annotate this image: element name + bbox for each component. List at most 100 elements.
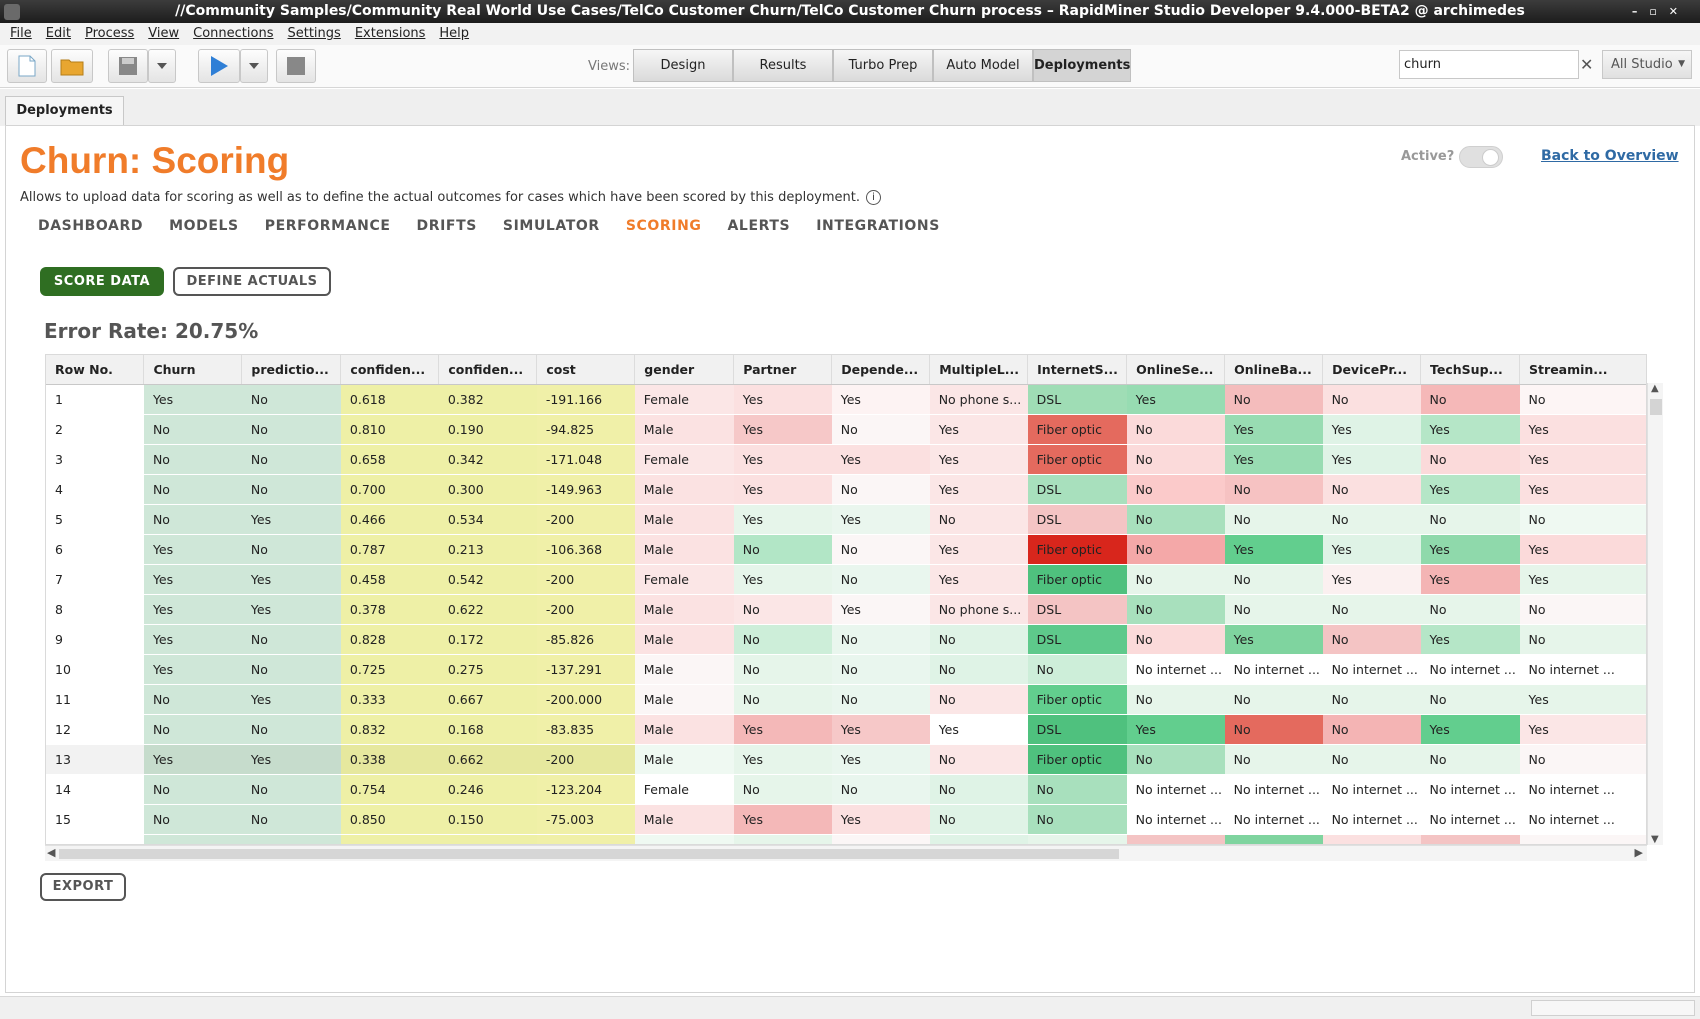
table-row[interactable]: 5 No Yes 0.466 0.534 -200 Male Yes Yes No DSL No No N… (46, 504, 1646, 535)
table-cell[interactable]: No (1420, 384, 1520, 415)
horizontal-scrollbar[interactable]: ◀ ▶ (45, 845, 1647, 861)
table-cell[interactable]: Yes (1224, 444, 1323, 475)
table-cell[interactable]: 8 (46, 594, 144, 625)
table-cell[interactable]: No (733, 774, 832, 805)
table-cell[interactable]: DSL (1027, 594, 1127, 625)
table-cell[interactable]: Yes (1420, 474, 1520, 505)
table-cell[interactable]: Yes (831, 504, 930, 535)
table-cell[interactable]: 0.725 (340, 654, 439, 685)
table-cell[interactable]: No (1126, 414, 1225, 445)
back-to-overview-link[interactable]: Back to Overview (1541, 148, 1679, 164)
table-cell[interactable]: 0.168 (438, 714, 537, 745)
table-cell[interactable]: No (1126, 504, 1225, 535)
table-row[interactable]: 8 Yes Yes 0.378 0.622 -200 Male No Yes No phone s… (46, 594, 1646, 625)
table-cell[interactable]: No (1420, 444, 1520, 475)
table-cell[interactable]: -83.835 (536, 714, 635, 745)
table-cell[interactable]: Yes (1126, 384, 1225, 415)
table-cell[interactable]: No internet ... (1519, 804, 1646, 835)
search-input[interactable]: churn (1399, 50, 1579, 79)
table-cell[interactable]: Yes (831, 804, 930, 835)
table-cell[interactable]: No (1224, 564, 1323, 595)
table-cell[interactable]: Yes (1420, 714, 1520, 745)
table-cell[interactable]: No (1027, 774, 1127, 805)
table-cell[interactable]: No (1322, 834, 1421, 844)
table-cell[interactable]: -200.000 (536, 684, 635, 715)
table-cell[interactable]: No phone s... (929, 594, 1028, 625)
table-cell[interactable]: Yes (1322, 534, 1421, 565)
table-cell[interactable]: -137.291 (536, 654, 635, 685)
tab-models[interactable]: MODELS (169, 218, 239, 234)
table-cell[interactable]: 6 (46, 534, 144, 565)
table-cell[interactable]: No (1126, 534, 1225, 565)
table-cell[interactable]: Yes (1224, 834, 1323, 844)
table-cell[interactable]: DSL (1027, 834, 1127, 844)
menu-connections[interactable]: Connections (193, 26, 273, 41)
table-cell[interactable]: Yes (241, 594, 341, 625)
table-cell[interactable]: Yes (241, 564, 341, 595)
table-cell[interactable]: 0.333 (340, 684, 439, 715)
table-row[interactable]: 1 Yes No 0.618 0.382 -191.166 Female Yes Yes No p… (46, 384, 1646, 415)
table-cell[interactable]: -200 (536, 564, 635, 595)
table-row[interactable]: 12 No No 0.832 0.168 -83.835 Male Yes Yes Yes DSL Y… (46, 714, 1646, 745)
save-dropdown-button[interactable] (148, 49, 176, 83)
table-cell[interactable]: 0.458 (340, 564, 439, 595)
table-cell[interactable]: Yes (143, 654, 242, 685)
table-cell[interactable]: No (1224, 384, 1323, 415)
table-cell[interactable]: No (143, 474, 242, 505)
table-cell[interactable]: No (831, 534, 930, 565)
table-cell[interactable]: No (1519, 504, 1646, 535)
table-cell[interactable]: No (1322, 684, 1421, 715)
table-cell[interactable]: 1 (46, 384, 144, 415)
table-cell[interactable]: 16 (46, 834, 144, 844)
table-cell[interactable]: No (1126, 594, 1225, 625)
table-cell[interactable]: No (1420, 744, 1520, 775)
table-cell[interactable]: No (241, 804, 341, 835)
table-cell[interactable]: Yes (1519, 474, 1646, 505)
table-cell[interactable]: 9 (46, 624, 144, 655)
table-cell[interactable]: No (1126, 684, 1225, 715)
table-cell[interactable]: No (733, 594, 832, 625)
table-cell[interactable]: No (831, 684, 930, 715)
table-cell[interactable]: 0.190 (438, 414, 537, 445)
table-cell[interactable]: Yes (929, 534, 1028, 565)
view-auto-model-button[interactable]: Auto Model (933, 49, 1033, 82)
table-cell[interactable]: DSL (1027, 504, 1127, 535)
table-cell[interactable]: Yes (241, 744, 341, 775)
table-cell[interactable]: Female (634, 384, 734, 415)
table-cell[interactable]: Yes (1420, 414, 1520, 445)
menu-file[interactable]: File (10, 26, 32, 41)
table-cell[interactable]: Yes (1519, 684, 1646, 715)
table-cell[interactable]: No (831, 654, 930, 685)
table-cell[interactable]: -94.825 (536, 414, 635, 445)
table-cell[interactable]: 0.787 (340, 534, 439, 565)
table-cell[interactable]: No internet ... (1420, 654, 1520, 685)
table-cell[interactable]: No internet ... (1224, 654, 1323, 685)
info-icon[interactable]: i (865, 190, 881, 205)
table-cell[interactable]: Yes (733, 744, 832, 775)
table-cell[interactable]: Yes (1519, 444, 1646, 475)
table-cell[interactable]: 0.378 (340, 594, 439, 625)
table-cell[interactable]: No (1519, 624, 1646, 655)
table-cell[interactable]: 0.382 (438, 384, 537, 415)
table-cell[interactable]: No (143, 774, 242, 805)
table-row[interactable]: 14 No No 0.754 0.246 -123.204 Female No No No No No… (46, 774, 1646, 805)
table-row[interactable]: 4 No No 0.700 0.300 -149.963 Male Yes No Yes DSL No… (46, 474, 1646, 505)
tab-drifts[interactable]: DRIFTS (417, 218, 477, 234)
table-cell[interactable]: Yes (1519, 564, 1646, 595)
table-cell[interactable]: 0.213 (438, 534, 537, 565)
table-cell[interactable]: No (1126, 744, 1225, 775)
table-cell[interactable]: Yes (831, 714, 930, 745)
table-cell[interactable]: Male (634, 474, 734, 505)
table-cell[interactable]: Male (634, 624, 734, 655)
table-cell[interactable]: No internet ... (1322, 654, 1421, 685)
table-cell[interactable]: -180.066 (536, 834, 635, 844)
tab-dashboard[interactable]: DASHBOARD (38, 218, 143, 234)
table-cell[interactable]: No internet ... (1126, 804, 1225, 835)
table-cell[interactable]: Male (634, 534, 734, 565)
table-cell[interactable]: No (143, 414, 242, 445)
run-dropdown-button[interactable] (240, 49, 268, 83)
table-row[interactable]: 6 Yes No 0.787 0.213 -106.368 Male No No Yes Fiber… (46, 534, 1646, 565)
table-cell[interactable]: No (733, 624, 832, 655)
table-cell[interactable]: No (929, 624, 1028, 655)
table-cell[interactable]: No (1420, 834, 1520, 844)
